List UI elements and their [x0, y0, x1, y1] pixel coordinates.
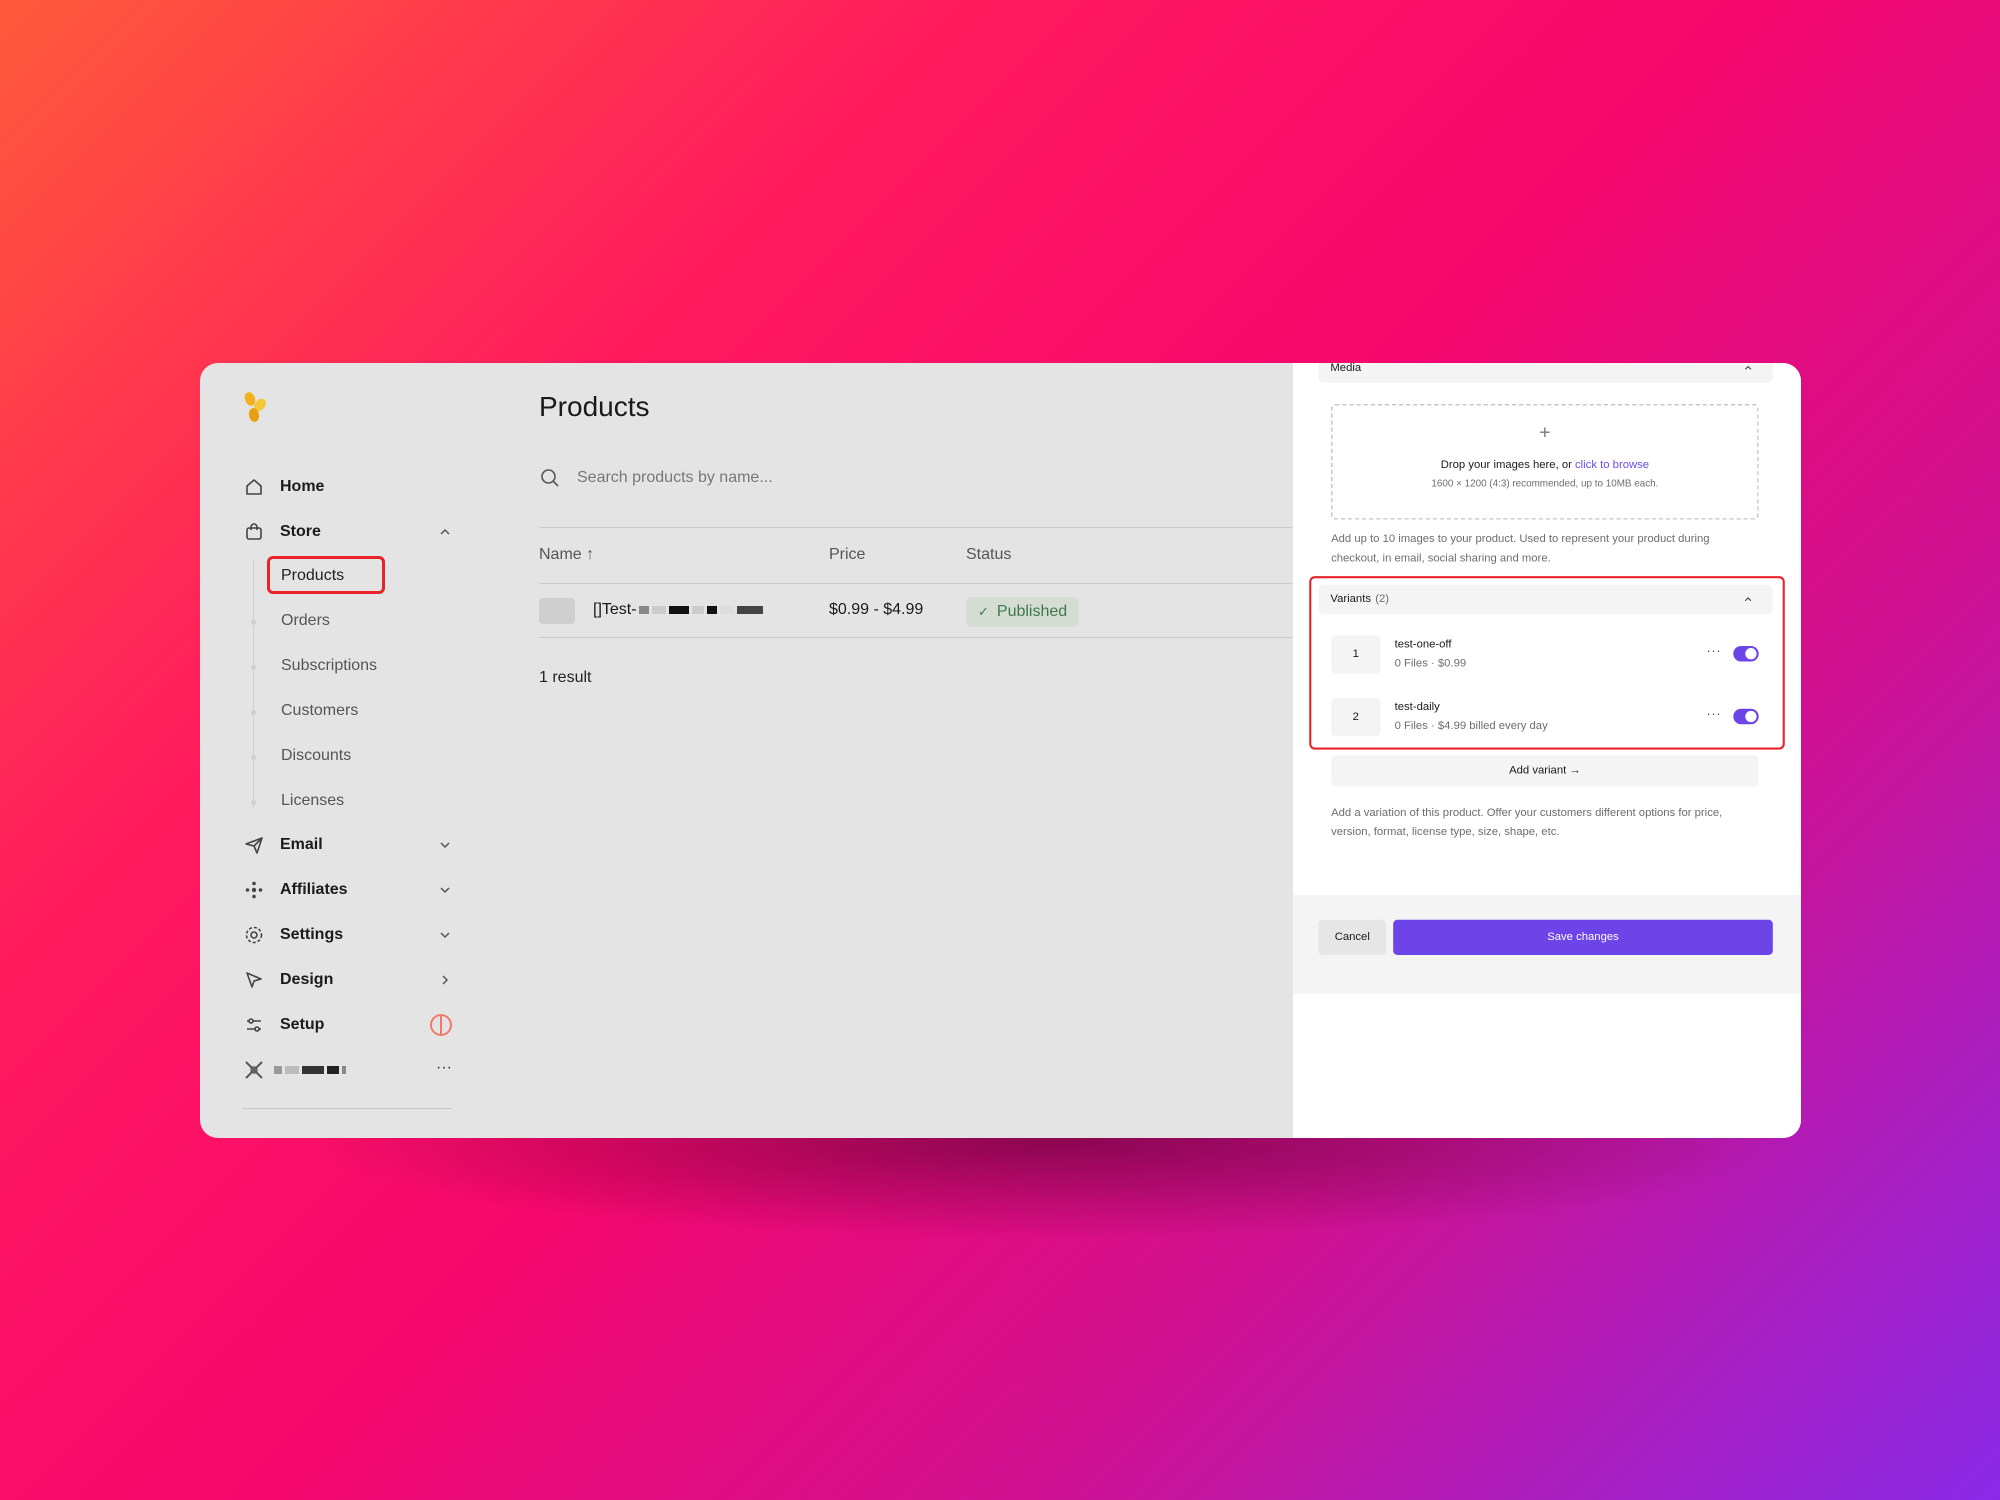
x-logo-icon: [242, 1058, 266, 1082]
sidebar-item-affiliates[interactable]: Affiliates: [242, 875, 452, 905]
sidebar-item-label: Email: [280, 836, 323, 853]
product-thumbnail: [539, 598, 575, 624]
column-header-name[interactable]: Name ↑: [539, 546, 594, 564]
dropzone-text: Drop your images here, or click to brows…: [1333, 459, 1758, 472]
status-badge: ✓ Published: [966, 597, 1080, 627]
variant-number: 2: [1331, 698, 1381, 737]
setup-progress-icon: [430, 1014, 452, 1036]
sidebar-subitem-orders[interactable]: Orders: [281, 608, 330, 634]
chevron-down-icon: [440, 842, 450, 849]
sidebar-item-settings[interactable]: Settings: [242, 920, 452, 950]
result-count: 1 result: [539, 669, 592, 686]
submenu-dot: [251, 800, 256, 805]
user-account-row[interactable]: ···: [242, 1055, 452, 1085]
sidebar-item-label: Design: [280, 971, 334, 988]
user-more-button[interactable]: ···: [436, 1059, 452, 1077]
chevron-up-icon: [1744, 365, 1752, 370]
home-icon: [242, 475, 266, 499]
check-icon: ✓: [978, 604, 989, 619]
redacted-username: [274, 1066, 349, 1074]
cursor-icon: [242, 968, 266, 992]
sidebar-item-setup[interactable]: Setup: [242, 1010, 452, 1040]
media-help-text: Add up to 10 images to your product. Use…: [1331, 533, 1710, 565]
search-bar[interactable]: Search products by name...: [539, 463, 1099, 493]
sidebar-item-label: Affiliates: [280, 881, 348, 898]
variants-header-label: Variants: [1330, 593, 1371, 606]
app-window: Home Store Products Orders Subscriptions…: [200, 363, 1801, 1138]
variant-meta: 0 Files · $0.99: [1394, 657, 1467, 670]
column-header-status[interactable]: Status: [966, 546, 1011, 564]
submenu-guide-line: [253, 559, 254, 809]
variants-count: (2): [1375, 593, 1390, 606]
brand-logo-icon: [244, 392, 266, 422]
sidebar-subitem-licenses[interactable]: Licenses: [281, 788, 344, 814]
affiliates-icon: [242, 878, 266, 902]
variant-name: test-one-off: [1394, 638, 1452, 651]
chevron-up-icon: [1744, 597, 1752, 602]
search-icon: [541, 469, 559, 487]
sidebar-subitem-products[interactable]: Products: [281, 563, 344, 589]
variant-toggle[interactable]: [1733, 645, 1759, 662]
add-variant-button[interactable]: Add variant →: [1331, 755, 1759, 787]
sidebar-item-label: Setup: [280, 1016, 325, 1033]
page-title: Products: [539, 391, 650, 422]
variant-row[interactable]: 1 test-one-off 0 Files · $0.99 ···: [1331, 635, 1759, 674]
sidebar-item-label: Store: [280, 523, 321, 540]
sidebar-subitem-customers[interactable]: Customers: [281, 698, 358, 724]
cancel-button[interactable]: Cancel: [1318, 919, 1387, 955]
shopping-bag-icon: [242, 520, 266, 544]
submenu-dot: [251, 620, 256, 625]
sidebar-subitem-discounts[interactable]: Discounts: [281, 743, 351, 769]
dropzone-hint: 1600 × 1200 (4:3) recommended, up to 10M…: [1431, 477, 1659, 489]
chevron-down-icon: [440, 887, 450, 894]
send-icon: [242, 833, 266, 857]
product-price: $0.99 - $4.99: [829, 601, 924, 618]
sidebar-subitem-subscriptions[interactable]: Subscriptions: [281, 653, 377, 679]
variant-name: test-daily: [1394, 700, 1440, 713]
media-header-label: Media: [1330, 363, 1362, 374]
sidebar: Home Store Products Orders Subscriptions…: [200, 363, 500, 1138]
sidebar-divider: [242, 1108, 452, 1109]
variant-toggle[interactable]: [1733, 708, 1759, 725]
product-name-text: []Test-: [593, 601, 637, 618]
sidebar-item-label: Home: [280, 478, 325, 495]
divider: [539, 527, 1299, 528]
redacted-product-name: [638, 606, 766, 614]
gear-icon: [242, 923, 266, 947]
sidebar-item-label: Settings: [280, 926, 344, 943]
variant-meta: 0 Files · $4.99 billed every day: [1394, 720, 1548, 733]
submenu-dot: [251, 710, 256, 715]
chevron-right-icon: [442, 975, 449, 985]
sliders-icon: [242, 1013, 266, 1037]
products-list-area: Products Search products by name... Name…: [500, 363, 1299, 1138]
chevron-down-icon: [440, 932, 450, 939]
media-section-header[interactable]: Media: [1318, 363, 1773, 383]
divider: [539, 583, 1299, 584]
variants-section-header[interactable]: Variants (2): [1318, 584, 1773, 615]
submenu-dot: [251, 755, 256, 760]
sidebar-item-home[interactable]: Home: [242, 472, 452, 502]
divider: [539, 637, 1299, 638]
search-input[interactable]: Search products by name...: [577, 469, 773, 487]
chevron-up-icon: [440, 528, 450, 535]
sidebar-item-design[interactable]: Design: [242, 965, 452, 995]
more-options-icon[interactable]: ···: [1706, 644, 1721, 659]
product-edit-panel-content: Media + Drop your images here, or click …: [1293, 363, 1801, 1138]
image-dropzone[interactable]: + Drop your images here, or click to bro…: [1331, 403, 1759, 520]
variant-number: 1: [1331, 635, 1381, 674]
variants-help-text: Add a variation of this product. Offer y…: [1331, 806, 1723, 838]
dropzone-instruction: Drop your images here, or: [1440, 458, 1576, 471]
plus-icon: +: [1539, 420, 1551, 443]
product-name: []Test-: [593, 601, 766, 619]
save-changes-button[interactable]: Save changes: [1393, 919, 1773, 955]
sidebar-item-email[interactable]: Email: [242, 830, 452, 860]
more-options-icon[interactable]: ···: [1706, 707, 1721, 722]
column-header-price[interactable]: Price: [829, 546, 865, 564]
sidebar-item-store[interactable]: Store: [242, 517, 452, 547]
submenu-dot: [251, 665, 256, 670]
variant-row[interactable]: 2 test-daily 0 Files · $4.99 billed ever…: [1331, 698, 1759, 737]
browse-link[interactable]: click to browse: [1575, 459, 1649, 471]
status-label: Published: [996, 603, 1068, 620]
